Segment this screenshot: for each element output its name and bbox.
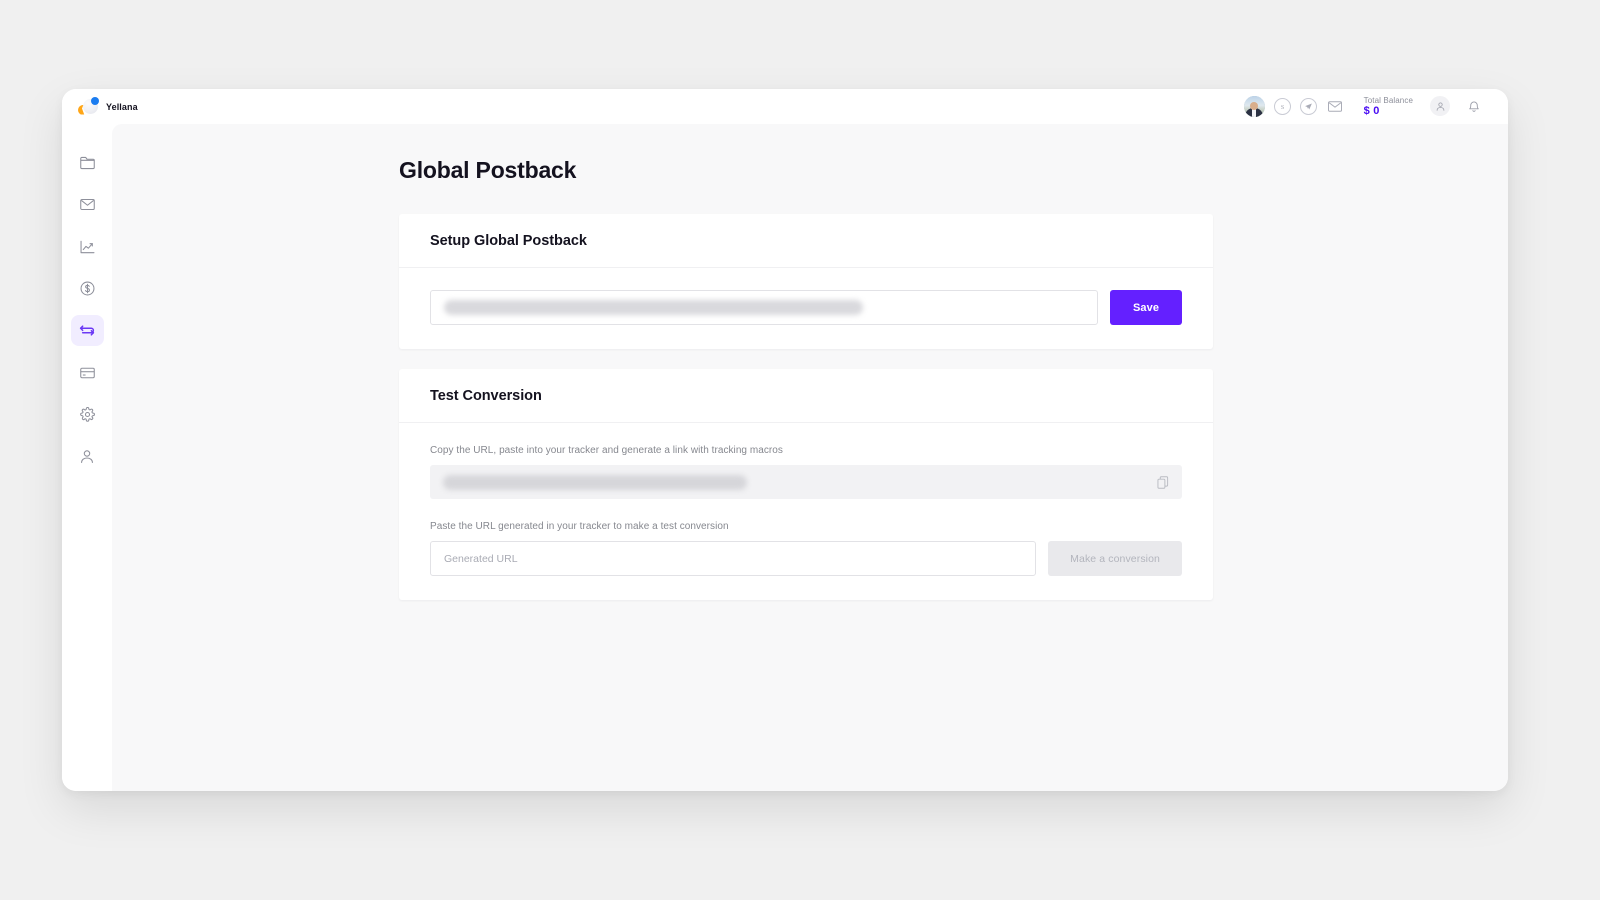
sidebar-item-profile[interactable] (71, 441, 104, 472)
test-conversion-card: Test Conversion Copy the URL, paste into… (399, 369, 1213, 600)
sidebar-item-postback[interactable] (70, 315, 104, 346)
setup-postback-card-body: https://demo-ru.keitaro.io/?acfd7/postba… (399, 268, 1213, 349)
folder-icon (79, 156, 95, 170)
user-circle-icon[interactable] (1430, 96, 1450, 117)
make-conversion-button[interactable]: Make a conversion (1048, 541, 1182, 576)
gear-icon (79, 407, 95, 422)
test-url-value: https://app.yellana.io/test-conversion?u… (443, 474, 748, 490)
skype-icon[interactable]: S (1273, 97, 1291, 115)
sidebar-item-offers[interactable] (71, 147, 104, 178)
test-conversion-card-header: Test Conversion (399, 369, 1213, 423)
exchange-arrows-icon (79, 324, 95, 337)
topbar-actions: S Total Balance $ 0 (1243, 95, 1484, 118)
generated-url-input[interactable]: Generated URL (430, 541, 1037, 576)
test-conversion-title: Test Conversion (430, 388, 542, 404)
brand-logo[interactable]: Yellana (76, 96, 138, 117)
sidebar-item-finances[interactable] (71, 273, 104, 304)
balance-value: $ 0 (1363, 104, 1380, 117)
sidebar-item-payments[interactable] (71, 357, 104, 388)
paste-url-hint: Paste the URL generated in your tracker … (430, 521, 729, 532)
card-icon (79, 367, 95, 379)
total-balance: Total Balance $ 0 (1364, 96, 1413, 118)
yellana-logo-icon (76, 96, 102, 117)
copy-url-hint: Copy the URL, paste into your tracker an… (430, 445, 783, 456)
chart-icon (80, 240, 95, 254)
person-icon (80, 449, 94, 464)
sidebar (62, 124, 112, 791)
telegram-icon[interactable] (1299, 97, 1317, 115)
sidebar-item-messages[interactable] (71, 189, 104, 220)
content-area: Global Postback Setup Global Postback ht… (112, 124, 1508, 791)
app-window: Yellana S Total Balance $ 0 Global Postb… (62, 89, 1508, 791)
postback-url-input[interactable]: https://demo-ru.keitaro.io/?acfd7/postba… (430, 290, 1098, 325)
brand-name: Yellana (106, 101, 138, 112)
bell-icon[interactable] (1464, 96, 1484, 116)
sidebar-item-statistics[interactable] (71, 231, 104, 262)
top-bar: Yellana S Total Balance $ 0 (62, 89, 1508, 124)
postback-url-value: https://demo-ru.keitaro.io/?acfd7/postba… (444, 300, 864, 315)
setup-postback-card-header: Setup Global Postback (399, 214, 1213, 268)
save-button[interactable]: Save (1110, 290, 1182, 325)
test-conversion-card-body: Copy the URL, paste into your tracker an… (399, 423, 1213, 600)
mail-icon[interactable] (1326, 98, 1344, 115)
user-avatar[interactable] (1243, 95, 1265, 117)
balance-label: Total Balance (1363, 95, 1413, 105)
page-title: Global Postback (399, 157, 577, 183)
setup-postback-title: Setup Global Postback (430, 233, 587, 249)
dollar-circle-icon (80, 281, 95, 296)
generated-url-placeholder: Generated URL (444, 552, 518, 565)
mail-icon (79, 198, 95, 211)
sidebar-item-settings[interactable] (71, 399, 104, 430)
svg-text:S: S (1280, 104, 1284, 111)
test-url-readonly-field[interactable]: https://app.yellana.io/test-conversion?u… (430, 465, 1182, 499)
setup-postback-card: Setup Global Postback https://demo-ru.ke… (399, 214, 1213, 349)
copy-icon[interactable] (1157, 475, 1169, 489)
window-body: Global Postback Setup Global Postback ht… (62, 124, 1508, 791)
